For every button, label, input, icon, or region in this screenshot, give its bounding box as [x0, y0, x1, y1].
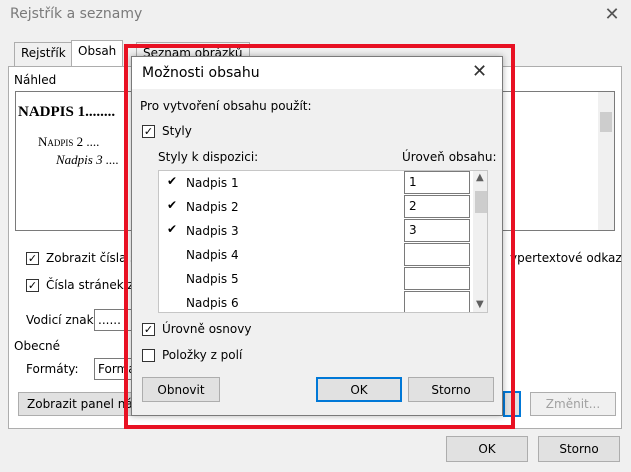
dialog-ok-button[interactable]: OK [316, 377, 402, 402]
preview-heading-1: NADPIS 1........ [18, 104, 116, 120]
styles-checkbox[interactable]: ✓ [142, 125, 155, 138]
style-name: Nadpis 2 [186, 200, 239, 214]
level-input[interactable] [404, 291, 470, 312]
dialog-title-text: Možnosti obsahu [142, 65, 260, 81]
list-item[interactable]: ✔ Nadpis 1 1 [159, 171, 487, 195]
close-icon[interactable]: ✕ [600, 3, 624, 27]
modify-button[interactable]: Změnit... [530, 392, 616, 416]
leader-label: Vodicí znak [26, 313, 94, 327]
hyperlink-label: ypertextové odkaz [510, 251, 622, 265]
list-item[interactable]: Nadpis 4 [159, 243, 487, 267]
general-label: Obecné [14, 339, 61, 353]
dialog-title: Možnosti obsahu ✕ [132, 57, 502, 89]
level-input[interactable]: 2 [404, 195, 470, 218]
formats-label: Formáty: [26, 362, 79, 376]
dialog-cancel-button[interactable]: Storno [408, 377, 494, 402]
preview-scrollbar[interactable] [598, 92, 614, 230]
show-page-numbers-checkbox[interactable]: ✓ [26, 252, 39, 265]
checkmark-icon: ✔ [167, 198, 178, 212]
level-input[interactable]: 3 [404, 219, 470, 242]
window-title: Rejstřík a seznamy [10, 6, 143, 22]
level-input[interactable]: 1 [404, 171, 470, 194]
tab-contents[interactable]: Obsah [71, 40, 124, 67]
align-page-numbers-label: Čísla stránek z [46, 278, 134, 292]
level-input[interactable] [404, 243, 470, 266]
outline-levels-checkbox[interactable]: ✓ [142, 323, 155, 336]
field-entries-checkbox[interactable] [142, 349, 155, 362]
reset-button[interactable]: Obnovit [142, 377, 220, 402]
scrollbar-thumb[interactable] [475, 191, 487, 213]
styles-label: Styly [162, 124, 192, 138]
hidden-button-edge[interactable] [503, 391, 521, 417]
scroll-down-icon[interactable]: ▼ [476, 299, 484, 310]
preview-heading-2: Nadpis 2 .... [38, 134, 100, 149]
show-toolbar-button[interactable]: Zobrazit panel ná [18, 392, 136, 416]
style-name: Nadpis 1 [186, 176, 239, 190]
toc-options-dialog: Možnosti obsahu ✕ Pro vytvoření obsahu p… [131, 56, 503, 416]
toc-level-label: Úroveň obsahu: [402, 150, 497, 164]
styles-list[interactable]: ✔ Nadpis 1 1 ✔ Nadpis 2 2 ✔ Nadpis 3 3 Nadpis … [158, 170, 488, 313]
outline-levels-label: Úrovně osnovy [162, 322, 252, 336]
preview-heading-3: Nadpis 3 .... [56, 152, 119, 167]
list-item[interactable]: Nadpis 5 [159, 267, 487, 291]
close-icon[interactable]: ✕ [472, 61, 487, 82]
show-page-numbers-label: Zobrazit čísla s [46, 251, 137, 265]
tab-index[interactable]: Rejstřík [14, 42, 73, 66]
list-item[interactable]: ✔ Nadpis 2 2 [159, 195, 487, 219]
style-name: Nadpis 3 [186, 224, 239, 238]
level-input[interactable] [404, 267, 470, 290]
preview-label: Náhled [14, 73, 57, 87]
scroll-up-icon[interactable]: ▲ [476, 172, 484, 183]
ok-button[interactable]: OK [446, 436, 528, 462]
style-name: Nadpis 5 [186, 272, 239, 286]
style-name: Nadpis 4 [186, 248, 239, 262]
list-item[interactable]: Nadpis 6 [159, 291, 487, 312]
available-styles-label: Styly k dispozici: [158, 150, 259, 164]
checkmark-icon: ✔ [167, 222, 178, 236]
leader-select[interactable]: ...... [94, 309, 134, 331]
cancel-button[interactable]: Storno [538, 436, 620, 462]
formats-select[interactable]: Forma [94, 358, 136, 380]
field-entries-label: Položky z polí [162, 348, 243, 362]
list-item[interactable]: ✔ Nadpis 3 3 [159, 219, 487, 243]
align-page-numbers-checkbox[interactable]: ✓ [26, 279, 39, 292]
checkmark-icon: ✔ [167, 174, 178, 188]
build-from-label: Pro vytvoření obsahu použít: [140, 99, 312, 113]
style-name: Nadpis 6 [186, 296, 239, 310]
